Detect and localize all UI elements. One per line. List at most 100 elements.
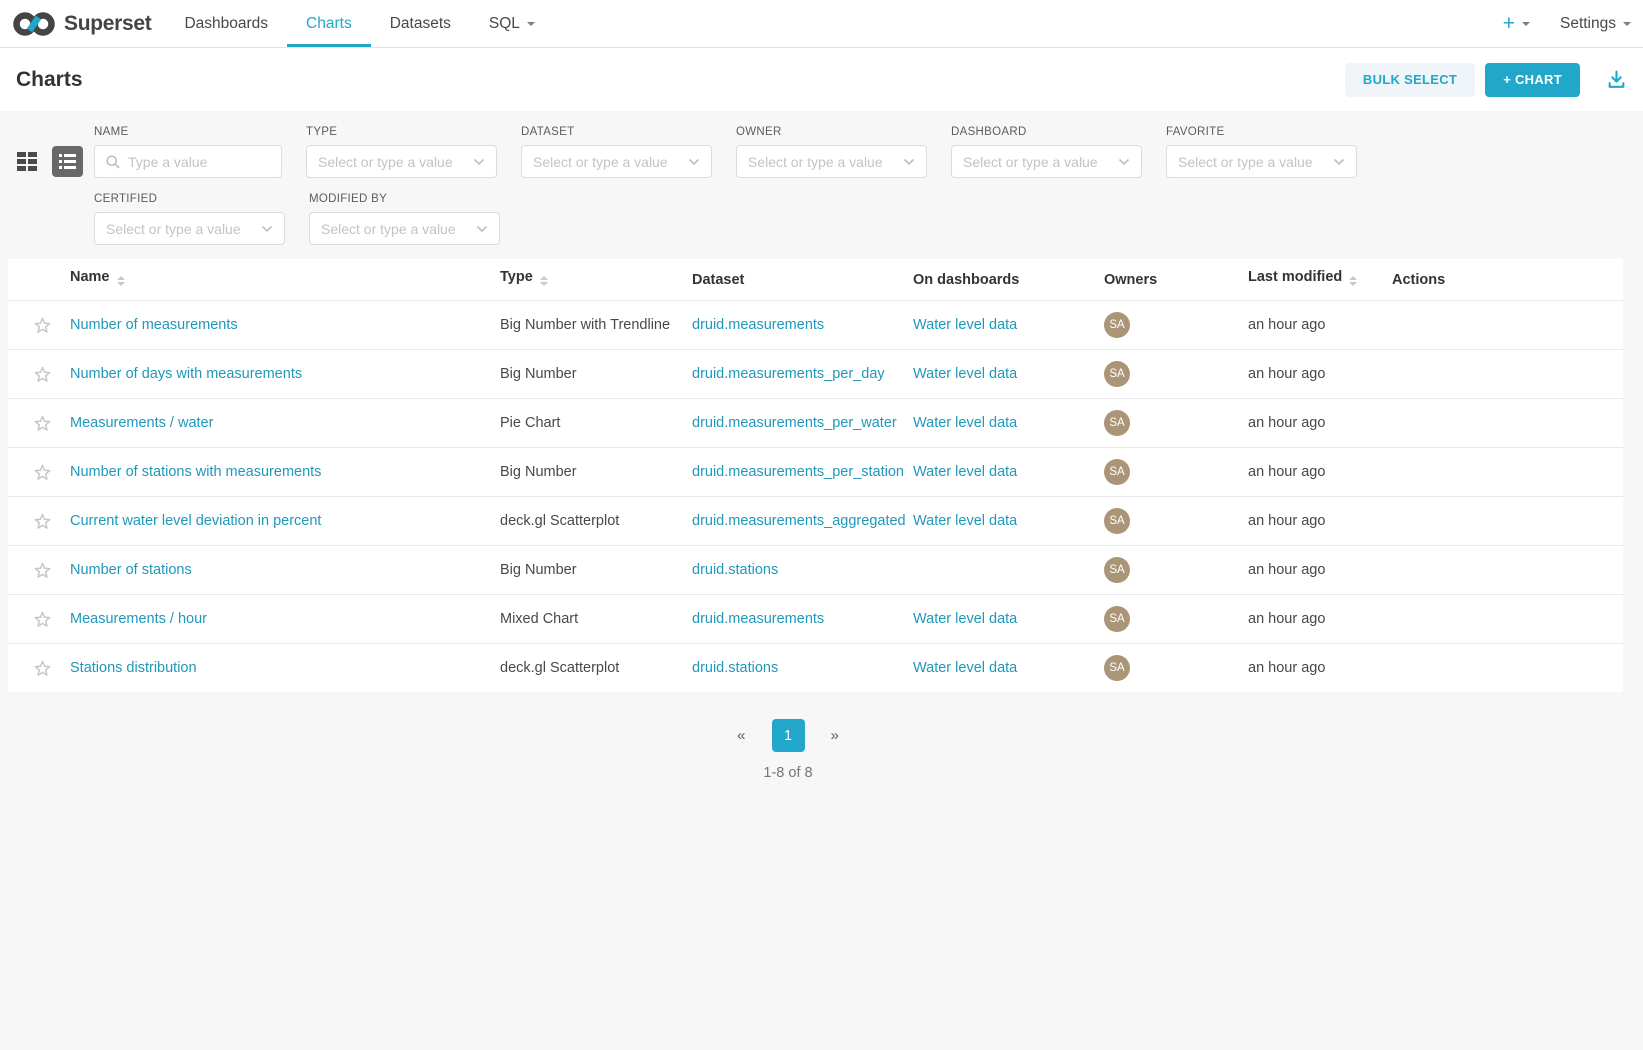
owner-avatar[interactable]: SA	[1104, 606, 1130, 632]
filter-label: CERTIFIED	[94, 193, 285, 205]
avatar-initials: SA	[1109, 466, 1124, 478]
filter-label: FAVORITE	[1166, 126, 1357, 138]
filter-modified-by-select[interactable]: Select or type a value	[309, 212, 500, 245]
filter-label: NAME	[94, 126, 282, 138]
owner-avatar[interactable]: SA	[1104, 312, 1130, 338]
prev-page-button[interactable]: «	[731, 726, 751, 745]
chart-name-link[interactable]: Measurements / hour	[70, 611, 207, 627]
favorite-star-button[interactable]	[34, 415, 51, 432]
list-view-icon[interactable]	[52, 146, 83, 177]
chart-name-link[interactable]: Measurements / water	[70, 415, 213, 431]
owner-avatar[interactable]: SA	[1104, 508, 1130, 534]
dataset-link[interactable]: druid.stations	[692, 562, 778, 578]
last-modified: an hour ago	[1248, 513, 1325, 529]
chart-type: Big Number	[500, 464, 577, 480]
dataset-link[interactable]: druid.measurements_aggregated	[692, 513, 906, 529]
nav-item-dashboards[interactable]: Dashboards	[165, 0, 287, 47]
column-header-last-modified[interactable]: Last modified	[1248, 259, 1392, 301]
dataset-link[interactable]: druid.measurements_per_station	[692, 464, 904, 480]
chart-type: deck.gl Scatterplot	[500, 513, 619, 529]
filter-label: OWNER	[736, 126, 927, 138]
page-1-button[interactable]: 1	[772, 719, 805, 752]
filter-owner-select[interactable]: Select or type a value	[736, 145, 927, 178]
owner-avatar[interactable]: SA	[1104, 557, 1130, 583]
dashboard-link[interactable]: Water level data	[913, 415, 1017, 431]
star-icon	[34, 513, 51, 530]
chart-type: Big Number	[500, 562, 577, 578]
dataset-link[interactable]: druid.stations	[692, 660, 778, 676]
dataset-link[interactable]: druid.measurements	[692, 611, 824, 627]
owner-avatar[interactable]: SA	[1104, 361, 1130, 387]
dataset-link[interactable]: druid.measurements	[692, 317, 824, 333]
filter-name-input[interactable]: Type a value	[94, 145, 282, 178]
filters-row2: CERTIFIEDSelect or type a valueMODIFIED …	[94, 193, 524, 245]
card-view-icon[interactable]	[14, 149, 40, 174]
last-modified: an hour ago	[1248, 611, 1325, 627]
settings-label: Settings	[1560, 15, 1616, 33]
column-header-dataset: Dataset	[692, 259, 913, 301]
bulk-select-button[interactable]: BULK SELECT	[1345, 63, 1475, 97]
filter-certified-select[interactable]: Select or type a value	[94, 212, 285, 245]
favorite-star-button[interactable]	[34, 317, 51, 334]
chart-name-link[interactable]: Current water level deviation in percent	[70, 513, 321, 529]
nav-item-datasets[interactable]: Datasets	[371, 0, 470, 47]
favorite-star-button[interactable]	[34, 660, 51, 677]
dashboard-link[interactable]: Water level data	[913, 513, 1017, 529]
chart-name-link[interactable]: Stations distribution	[70, 660, 197, 676]
dashboard-link[interactable]: Water level data	[913, 464, 1017, 480]
last-modified: an hour ago	[1248, 464, 1325, 480]
chart-name-link[interactable]: Number of days with measurements	[70, 366, 302, 382]
column-label: Actions	[1392, 272, 1445, 288]
filter-type-select[interactable]: Select or type a value	[306, 145, 497, 178]
owner-avatar[interactable]: SA	[1104, 655, 1130, 681]
avatar-initials: SA	[1109, 368, 1124, 380]
favorite-star-button[interactable]	[34, 366, 51, 383]
nav-item-sql[interactable]: SQL	[470, 0, 554, 47]
dashboard-link[interactable]: Water level data	[913, 660, 1017, 676]
owner-avatar[interactable]: SA	[1104, 410, 1130, 436]
dashboard-link[interactable]: Water level data	[913, 317, 1017, 333]
dataset-link[interactable]: druid.measurements_per_water	[692, 415, 897, 431]
filter-favorite-select[interactable]: Select or type a value	[1166, 145, 1357, 178]
last-modified: an hour ago	[1248, 317, 1325, 333]
favorite-star-button[interactable]	[34, 513, 51, 530]
table-row: Stations distributiondeck.gl Scatterplot…	[8, 644, 1623, 693]
chart-name-link[interactable]: Number of stations with measurements	[70, 464, 321, 480]
nav-item-label: SQL	[489, 15, 520, 33]
owner-avatar[interactable]: SA	[1104, 459, 1130, 485]
column-label: On dashboards	[913, 272, 1019, 288]
dashboard-link[interactable]: Water level data	[913, 611, 1017, 627]
last-modified: an hour ago	[1248, 415, 1325, 431]
column-header-owners: Owners	[1104, 259, 1248, 301]
export-button[interactable]	[1606, 69, 1627, 90]
table-row: Number of measurementsBig Number with Tr…	[8, 301, 1623, 350]
dataset-link[interactable]: druid.measurements_per_day	[692, 366, 885, 382]
table-header-row: NameTypeDatasetOn dashboards OwnersLast m…	[8, 259, 1623, 301]
avatar-initials: SA	[1109, 564, 1124, 576]
star-icon	[34, 464, 51, 481]
add-chart-button[interactable]: + CHART	[1485, 63, 1580, 97]
column-header-type[interactable]: Type	[500, 259, 692, 301]
table-row: Current water level deviation in percent…	[8, 497, 1623, 546]
search-icon	[106, 155, 120, 169]
filter-placeholder: Select or type a value	[321, 221, 456, 237]
star-icon	[34, 611, 51, 628]
new-item-menu[interactable]: +	[1489, 13, 1544, 34]
last-modified: an hour ago	[1248, 366, 1325, 382]
superset-logo[interactable]: Superset	[12, 0, 151, 47]
next-page-button[interactable]: »	[825, 726, 845, 745]
chart-name-link[interactable]: Number of measurements	[70, 317, 238, 333]
favorite-star-button[interactable]	[34, 611, 51, 628]
filter-dashboard-select[interactable]: Select or type a value	[951, 145, 1142, 178]
favorite-star-button[interactable]	[34, 562, 51, 579]
nav-item-charts[interactable]: Charts	[287, 0, 371, 47]
dashboard-link[interactable]: Water level data	[913, 366, 1017, 382]
plus-icon: +	[1503, 13, 1515, 34]
favorite-star-button[interactable]	[34, 464, 51, 481]
settings-menu[interactable]: Settings	[1544, 15, 1633, 33]
nav-item-label: Dashboards	[184, 15, 268, 33]
filter-dataset-select[interactable]: Select or type a value	[521, 145, 712, 178]
column-header-name[interactable]: Name	[70, 259, 500, 301]
chart-name-link[interactable]: Number of stations	[70, 562, 192, 578]
star-icon	[34, 366, 51, 383]
